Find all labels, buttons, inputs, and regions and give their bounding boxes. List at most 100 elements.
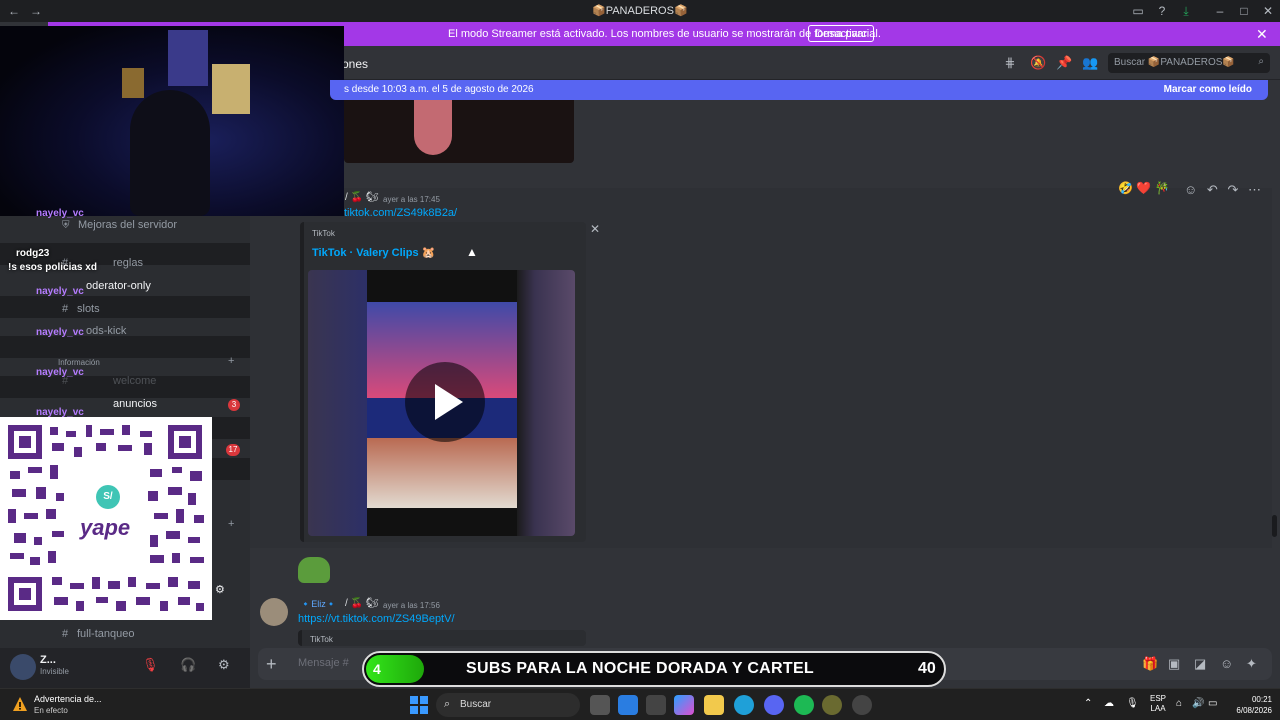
- obs-icon[interactable]: [852, 695, 872, 715]
- forward-arrow-icon[interactable]: →: [28, 3, 44, 19]
- chat-message: !s esos policias xd: [8, 262, 97, 273]
- mute-bell-icon[interactable]: 🔕: [1030, 55, 1046, 71]
- user-settings-icon[interactable]: ⚙: [218, 657, 230, 673]
- close-banner-icon[interactable]: ✕: [1256, 26, 1268, 43]
- tiktok-link[interactable]: https://vt.tiktok.com/ZS49BeptV/: [298, 613, 455, 625]
- search-icon: ⌕: [1258, 56, 1264, 67]
- clock-date: 6/08/2026: [1236, 706, 1272, 715]
- cloud-icon[interactable]: ☁: [1104, 698, 1114, 709]
- mic-tray-icon[interactable]: 🎙: [1126, 698, 1139, 709]
- taskbar-search-label: Buscar: [460, 699, 492, 710]
- network-icon[interactable]: ⌂: [1176, 698, 1182, 709]
- app-icon[interactable]: [618, 695, 638, 715]
- taskbar-search[interactable]: ⌕ Buscar: [436, 693, 580, 717]
- wall-poster: [168, 30, 208, 86]
- notification-title[interactable]: Advertencia de...: [34, 694, 102, 704]
- add-channel-icon[interactable]: +: [228, 518, 234, 530]
- add-reaction-icon[interactable]: ☺: [1184, 182, 1197, 197]
- play-button-icon[interactable]: [405, 362, 485, 442]
- language-indicator[interactable]: ESP LAA: [1150, 694, 1166, 714]
- tray-expand-icon[interactable]: ⌃: [1084, 698, 1092, 709]
- channel-name: ones: [342, 57, 369, 71]
- window-title: 📦PANADEROS📦: [592, 5, 688, 17]
- discord-icon[interactable]: [764, 695, 784, 715]
- message-author[interactable]: 🔹Eliz🔹: [300, 599, 337, 610]
- yape-coin-icon: S/: [96, 485, 120, 509]
- minimize-icon[interactable]: –: [1212, 3, 1228, 19]
- avatar[interactable]: [10, 654, 36, 680]
- search-icon: ⌕: [444, 698, 451, 710]
- new-messages-text: s desde 10:03 a.m. el 5 de agosto de 202…: [344, 84, 534, 95]
- quick-reactions: 🤣 ❤️ 🎋: [1118, 181, 1170, 199]
- members-icon[interactable]: 👥: [1082, 55, 1098, 71]
- attach-plus-icon[interactable]: +: [266, 654, 277, 675]
- subs-goal-bar: 4 SUBS PARA LA NOCHE DORADA Y CARTEL 40: [362, 651, 946, 687]
- author-badges: / 🍒 🐿: [345, 598, 379, 609]
- headphones-icon[interactable]: 🎧: [180, 657, 196, 673]
- user-name[interactable]: Z...: [40, 654, 56, 666]
- more-icon[interactable]: ⋯: [1248, 182, 1261, 197]
- emoji-icon[interactable]: ☺: [1220, 656, 1233, 671]
- yape-brand: yape: [80, 515, 131, 541]
- app-icon[interactable]: [822, 695, 842, 715]
- channel-full-tanqueo[interactable]: full-tanqueo: [77, 628, 135, 640]
- volume-icon[interactable]: 🔊: [1192, 698, 1204, 709]
- chat-username: nayely_vc: [36, 367, 84, 378]
- warning-icon[interactable]: [12, 696, 28, 712]
- message-input[interactable]: Mensaje #: [298, 657, 349, 669]
- reaction-bamboo[interactable]: 🎋: [1155, 181, 1170, 195]
- reply-icon[interactable]: ↶: [1207, 182, 1218, 197]
- spotify-icon[interactable]: [794, 695, 814, 715]
- remove-embed-icon[interactable]: ✕: [590, 222, 600, 236]
- embed-title[interactable]: TikTok · Valery Clips 🐹: [312, 246, 435, 259]
- reaction-laugh[interactable]: 🤣: [1118, 181, 1133, 195]
- new-messages-bar[interactable]: s desde 10:03 a.m. el 5 de agosto de 202…: [330, 80, 1268, 100]
- language-code: ESP: [1150, 694, 1167, 703]
- file-explorer-icon[interactable]: [704, 695, 724, 715]
- channel-header: ones ⋕ 🔕 📌 👥 Buscar 📦PANADEROS📦 ⌕: [250, 46, 1280, 80]
- reaction-heart[interactable]: ❤️: [1136, 181, 1151, 195]
- subs-goal-target: 40: [918, 660, 936, 677]
- search-placeholder: Buscar 📦PANADEROS📦: [1114, 57, 1235, 68]
- clock[interactable]: 00:21 6/08/2026: [1226, 694, 1272, 716]
- download-icon[interactable]: ⤓: [1178, 3, 1194, 19]
- store-icon[interactable]: [646, 695, 666, 715]
- back-arrow-icon[interactable]: ←: [6, 3, 22, 19]
- help-icon[interactable]: ?: [1154, 3, 1170, 19]
- wall-poster: [122, 68, 144, 98]
- sticker-icon[interactable]: ◪: [1194, 656, 1206, 672]
- battery-icon[interactable]: ▭: [1208, 698, 1217, 709]
- deactivate-streamer-button[interactable]: Desactivar: [808, 25, 874, 42]
- webcam-overlay: [0, 26, 344, 216]
- threads-icon[interactable]: ⋕: [1002, 55, 1018, 71]
- avatar[interactable]: [260, 598, 288, 626]
- close-window-icon[interactable]: ✕: [1260, 3, 1276, 19]
- channel-anuncios[interactable]: anuncios: [113, 398, 157, 410]
- edge-icon[interactable]: [734, 695, 754, 715]
- chat-scrollbar[interactable]: [1272, 515, 1277, 537]
- notification-subtitle: En efecto: [34, 706, 68, 715]
- gif-icon[interactable]: ▣: [1168, 656, 1180, 672]
- windows-start-icon[interactable]: [410, 696, 428, 714]
- apps-icon[interactable]: ✦: [1246, 656, 1257, 672]
- previous-embed-image[interactable]: [344, 100, 574, 163]
- pin-icon[interactable]: 📌: [1056, 55, 1072, 71]
- add-channel-icon[interactable]: +: [228, 355, 234, 367]
- task-view-icon[interactable]: [590, 695, 610, 715]
- wall-poster: [212, 64, 250, 114]
- maximize-icon[interactable]: □: [1236, 3, 1252, 19]
- video-image-bottom: [367, 438, 517, 508]
- gift-icon[interactable]: 🎁: [1142, 656, 1158, 672]
- mark-as-read-button[interactable]: Marcar como leído: [1164, 84, 1252, 95]
- copilot-icon[interactable]: [674, 695, 694, 715]
- voice-settings-icon[interactable]: ⚙: [215, 583, 225, 596]
- channel-reglas[interactable]: reglas: [113, 257, 143, 269]
- message-timestamp: ayer a las 17:45: [383, 195, 440, 204]
- keyboard-layout: LAA: [1150, 704, 1166, 713]
- tiktok-link[interactable]: tiktok.com/ZS49k8B2a/: [344, 207, 457, 219]
- search-input[interactable]: Buscar 📦PANADEROS📦 ⌕: [1108, 53, 1270, 73]
- inbox-icon[interactable]: ▭: [1130, 3, 1146, 19]
- chat-username: rodg23: [16, 248, 50, 259]
- mic-muted-icon[interactable]: 🎙: [142, 657, 159, 673]
- forward-icon[interactable]: ↷: [1227, 182, 1238, 197]
